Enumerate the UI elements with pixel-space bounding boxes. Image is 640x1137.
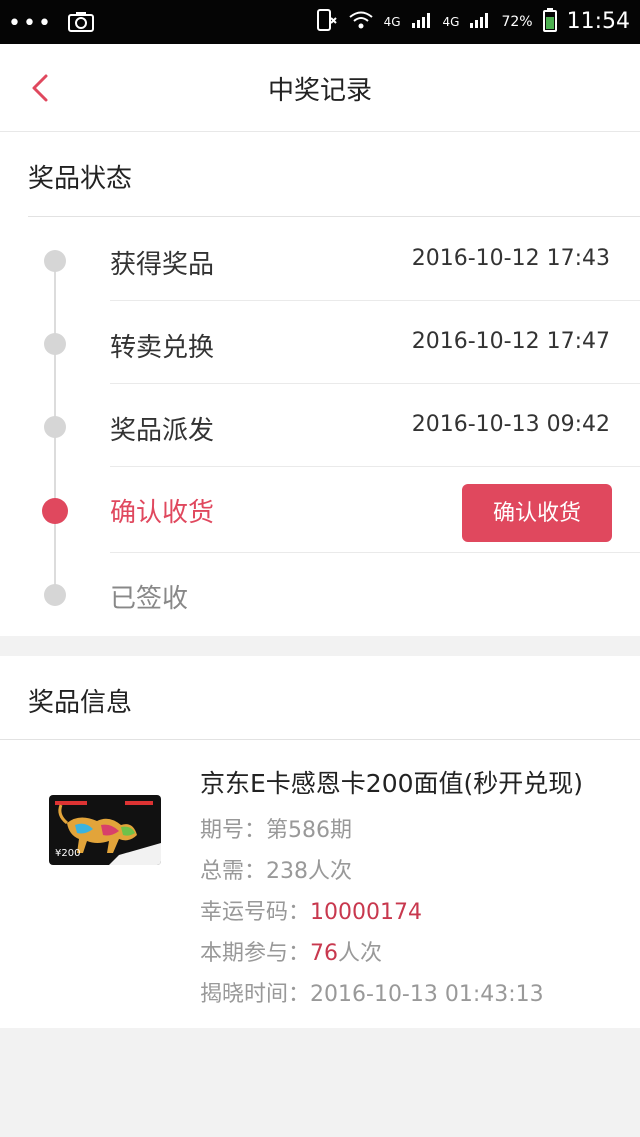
timeline-step: 已签收 bbox=[0, 554, 640, 638]
period-label: 期号： bbox=[200, 818, 267, 843]
step-label: 转卖兑换 bbox=[110, 333, 215, 363]
status-bar: ••• 4G 4G 72% 11:54 bbox=[0, 0, 640, 44]
timeline-dot bbox=[44, 416, 66, 438]
network-4g-label-2: 4G bbox=[442, 14, 460, 29]
prize-name[interactable]: 京东E卡感恩卡200面值(秒开兑现) bbox=[200, 764, 583, 800]
section-title-status: 奖品状态 bbox=[28, 164, 133, 194]
section-title-info: 奖品信息 bbox=[28, 688, 133, 718]
camera-icon bbox=[67, 10, 95, 38]
total-label: 总需： bbox=[200, 859, 267, 884]
step-divider bbox=[110, 552, 640, 553]
lucky-number-value: 10000174 bbox=[310, 900, 422, 925]
page-title: 中奖记录 bbox=[267, 76, 372, 106]
step-time: 2016-10-12 17:43 bbox=[411, 246, 610, 271]
lucky-number-row: 幸运号码：10000174 bbox=[200, 894, 422, 926]
timeline-step: 转卖兑换 2016-10-12 17:47 bbox=[0, 301, 640, 385]
wifi-icon bbox=[348, 10, 374, 33]
section-divider bbox=[0, 739, 640, 740]
timeline-step: 奖品派发 2016-10-13 09:42 bbox=[0, 384, 640, 468]
battery-percent: 72% bbox=[501, 13, 533, 30]
period-row: 期号：第586期 bbox=[200, 812, 352, 844]
timeline-dot-active bbox=[42, 498, 68, 524]
reveal-time-row: 揭晓时间：2016-10-13 01:43:13 bbox=[200, 976, 544, 1008]
confirm-receipt-button[interactable]: 确认收货 bbox=[462, 484, 612, 542]
total-row: 总需：238人次 bbox=[200, 853, 352, 885]
network-4g-label: 4G bbox=[383, 14, 401, 29]
step-label: 已签收 bbox=[110, 584, 189, 614]
signal-icon bbox=[411, 12, 433, 31]
prize-thumbnail[interactable]: ¥200 bbox=[49, 795, 161, 865]
total-value: 238人次 bbox=[266, 859, 353, 884]
participation-value: 76 bbox=[310, 941, 339, 966]
step-time: 2016-10-13 09:42 bbox=[411, 412, 610, 437]
period-value: 第586期 bbox=[266, 818, 353, 843]
timeline-dot bbox=[44, 333, 66, 355]
more-dots: ••• bbox=[8, 11, 53, 36]
reveal-time-label: 揭晓时间： bbox=[200, 982, 311, 1007]
section-divider bbox=[28, 216, 640, 217]
nav-header: 中奖记录 bbox=[0, 44, 640, 132]
step-label: 奖品派发 bbox=[110, 416, 215, 446]
timeline-step: 获得奖品 2016-10-12 17:43 bbox=[0, 218, 640, 302]
participation-label: 本期参与： bbox=[200, 941, 311, 966]
timeline-dot bbox=[44, 250, 66, 272]
step-label: 获得奖品 bbox=[110, 250, 215, 280]
step-label-current: 确认收货 bbox=[110, 498, 215, 528]
signal-icon-2 bbox=[469, 12, 491, 31]
step-time: 2016-10-12 17:47 bbox=[411, 329, 610, 354]
clock: 11:54 bbox=[566, 9, 630, 34]
timeline-dot bbox=[44, 584, 66, 606]
participation-row: 本期参与：76人次 bbox=[200, 935, 382, 967]
reveal-time-value: 2016-10-13 01:43:13 bbox=[310, 982, 544, 1007]
step-divider bbox=[110, 466, 640, 467]
battery-icon bbox=[542, 8, 557, 35]
participation-unit: 人次 bbox=[338, 941, 383, 966]
thumb-price: ¥200 bbox=[55, 848, 81, 859]
phone-mute-icon bbox=[316, 8, 338, 35]
lucky-number-label: 幸运号码： bbox=[200, 900, 311, 925]
